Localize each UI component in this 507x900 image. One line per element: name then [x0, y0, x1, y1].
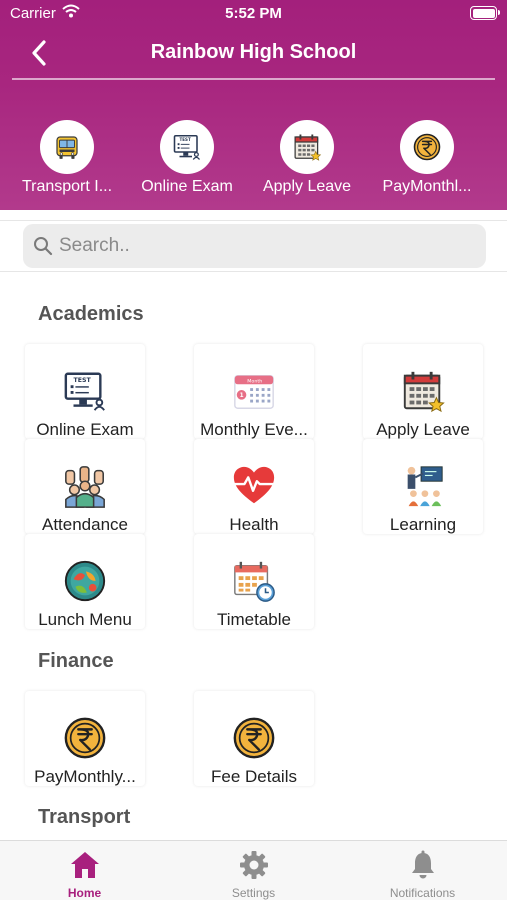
timetable-clock-icon [194, 558, 314, 604]
quick-action-label: PayMonthl... [382, 178, 472, 195]
quick-action-transport[interactable]: Transport I... [7, 120, 127, 196]
bell-icon [405, 847, 441, 883]
search-input[interactable] [59, 224, 479, 268]
rupee-coin-icon [194, 715, 314, 761]
classroom-icon [363, 463, 483, 509]
tab-label: Settings [231, 886, 276, 900]
status-time: 5:52 PM [225, 5, 282, 22]
tile-label: Lunch Menu [38, 610, 132, 629]
search-bar [23, 224, 486, 268]
bus-icon [40, 120, 94, 174]
tile-label: Timetable [216, 610, 291, 629]
quick-action-pay-monthly[interactable]: PayMonthl... [367, 120, 487, 196]
tile-label: Apply Leave [376, 420, 470, 439]
rupee-coin-icon [400, 120, 454, 174]
tile-label: Attendance [41, 515, 128, 534]
tile-label: Online Exam [36, 420, 134, 439]
tile-label: PayMonthly... [34, 767, 136, 786]
rupee-coin-icon [25, 715, 145, 761]
tile-fee-details[interactable]: Fee Details [194, 691, 314, 786]
quick-actions-row: Transport I... Online Exam Apply Leave P… [0, 120, 507, 200]
quick-action-label: Apply Leave [262, 178, 352, 195]
quick-action-label: Online Exam [141, 178, 233, 195]
section-title-finance: Finance [38, 650, 114, 672]
tab-home[interactable]: Home [0, 841, 169, 900]
quick-action-label: Transport I... [21, 178, 113, 195]
calendar-star-icon [363, 368, 483, 414]
status-bar: Carrier 5:52 PM [0, 0, 507, 28]
tile-online-exam[interactable]: Online Exam [25, 344, 145, 439]
tile-apply-leave[interactable]: Apply Leave [363, 344, 483, 439]
tile-pay-monthly[interactable]: PayMonthly... [25, 691, 145, 786]
raised-hands-icon [25, 463, 145, 509]
tab-label: Notifications [389, 886, 456, 900]
heart-pulse-icon [194, 463, 314, 509]
test-monitor-icon [25, 368, 145, 414]
section-title-transport: Transport [38, 806, 131, 828]
section-title-academics: Academics [38, 303, 144, 325]
search-icon [33, 236, 53, 261]
tab-notifications[interactable]: Notifications [338, 841, 507, 900]
tab-settings[interactable]: Settings [169, 841, 338, 900]
tile-lunch-menu[interactable]: Lunch Menu [25, 534, 145, 629]
tile-label: Learning [389, 515, 457, 534]
page-title: Rainbow High School [150, 41, 357, 63]
gear-icon [236, 847, 272, 883]
tab-bar: Home Settings Notifications [0, 840, 507, 900]
tile-label: Health [229, 515, 279, 534]
test-monitor-icon [160, 120, 214, 174]
tile-learning[interactable]: Learning [363, 439, 483, 534]
tile-health[interactable]: Health [194, 439, 314, 534]
search-container [0, 220, 507, 272]
tile-label: Monthly Eve... [200, 420, 308, 439]
tile-label: Fee Details [211, 767, 297, 786]
battery-icon [470, 6, 500, 20]
quick-action-online-exam[interactable]: Online Exam [127, 120, 247, 196]
header-background: Carrier 5:52 PM Rainbow High School Tran… [0, 0, 507, 210]
tile-timetable[interactable]: Timetable [194, 534, 314, 629]
tile-monthly-events[interactable]: Monthly Eve... [194, 344, 314, 439]
header-divider [12, 78, 495, 80]
quick-action-apply-leave[interactable]: Apply Leave [247, 120, 367, 196]
tile-attendance[interactable]: Attendance [25, 439, 145, 534]
lunch-plate-icon [25, 558, 145, 604]
navigation-bar: Rainbow High School [0, 28, 507, 80]
month-calendar-icon [194, 368, 314, 414]
home-icon [67, 847, 103, 883]
calendar-star-icon [280, 120, 334, 174]
tab-label: Home [67, 886, 102, 900]
